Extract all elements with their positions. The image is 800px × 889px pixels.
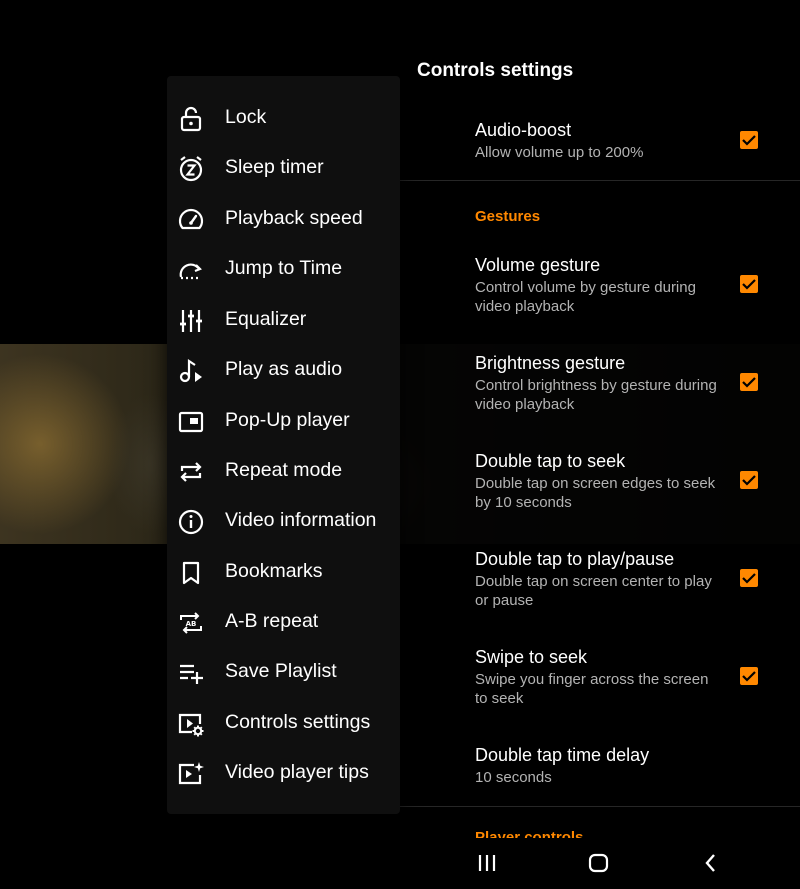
setting-brightness-gesture[interactable]: Brightness gesture Control brightness by… [475, 352, 775, 414]
menu-item-sleep-timer[interactable]: Sleep timer [167, 146, 400, 190]
menu-item-label: Play as audio [225, 358, 343, 380]
check-icon [742, 135, 756, 146]
playlist-add-icon [180, 664, 203, 684]
menu-item-label: Pop-Up player [225, 409, 350, 431]
menu-item-label: A-B repeat [225, 610, 319, 632]
menu-item-play-as-audio[interactable]: Play as audio [167, 348, 400, 392]
setting-double-tap-delay-title: Double tap time delay [475, 745, 650, 765]
setting-double-tap-seek-subtitle: Double tap on screen edges to seek by 10… [475, 475, 716, 511]
menu-item-label: Equalizer [225, 308, 307, 330]
section-header-gestures: Gestures [475, 208, 541, 225]
setting-audio-boost[interactable]: Audio-boost Allow volume up to 200% [475, 119, 775, 162]
menu-item-playback-speed[interactable]: Playback speed [167, 197, 400, 241]
svg-text:AB: AB [186, 620, 197, 628]
setting-double-tap-seek-title: Double tap to seek [475, 451, 626, 471]
video-tips-icon [178, 762, 204, 785]
menu-item-controls-settings[interactable]: Controls settings [167, 701, 400, 745]
menu-item-repeat-mode[interactable]: Repeat mode [167, 449, 400, 493]
volume-gesture-checkbox[interactable] [740, 275, 758, 293]
setting-swipe-seek-subtitle: Swipe you finger across the screen to se… [475, 671, 709, 707]
setting-swipe-seek-title: Swipe to seek [475, 647, 588, 667]
check-icon [742, 377, 756, 388]
check-icon [742, 573, 756, 584]
menu-item-lock[interactable]: Lock [167, 96, 400, 140]
setting-double-tap-delay[interactable]: Double tap time delay 10 seconds [475, 744, 775, 787]
check-icon [742, 671, 756, 682]
setting-audio-boost-subtitle: Allow volume up to 200% [475, 144, 644, 161]
video-settings-icon [178, 713, 204, 737]
menu-item-label: Save Playlist [225, 660, 337, 682]
repeat-icon [180, 462, 202, 482]
home-icon[interactable] [586, 850, 612, 876]
setting-swipe-seek[interactable]: Swipe to seek Swipe you finger across th… [475, 646, 775, 708]
check-icon [742, 279, 756, 290]
ab-repeat-icon: AB [180, 612, 202, 634]
setting-volume-gesture[interactable]: Volume gesture Control volume by gesture… [475, 254, 775, 316]
menu-item-label: Repeat mode [225, 459, 343, 481]
section-header-player-controls: Player controls [475, 829, 584, 838]
menu-item-label: Controls settings [225, 711, 371, 733]
menu-item-popup-player[interactable]: Pop-Up player [167, 399, 400, 443]
setting-volume-gesture-subtitle: Control volume by gesture during video p… [475, 279, 696, 315]
setting-brightness-gesture-title: Brightness gesture [475, 353, 626, 373]
audio-boost-checkbox[interactable] [740, 131, 758, 149]
back-icon[interactable] [698, 850, 724, 876]
menu-item-label: Video information [225, 509, 377, 531]
overflow-menu: Lock Sleep timer Playback speed Jump to … [167, 76, 400, 814]
setting-double-tap-play[interactable]: Double tap to play/pause Double tap on s… [475, 548, 775, 610]
divider [400, 806, 800, 807]
setting-volume-gesture-title: Volume gesture [475, 255, 601, 275]
equalizer-icon [180, 310, 202, 332]
menu-item-video-information[interactable]: Video information [167, 499, 400, 543]
double-tap-play-checkbox[interactable] [740, 569, 758, 587]
brightness-gesture-checkbox[interactable] [740, 373, 758, 391]
menu-item-label: Jump to Time [225, 257, 343, 279]
settings-title: Controls settings [417, 60, 574, 81]
menu-item-label: Sleep timer [225, 156, 324, 178]
divider [400, 180, 800, 181]
lock-icon [180, 106, 202, 132]
menu-item-ab-repeat[interactable]: AB A-B repeat [167, 600, 400, 644]
sleep-timer-icon [179, 156, 203, 182]
setting-brightness-gesture-subtitle: Control brightness by gesture during vid… [475, 377, 717, 413]
menu-item-jump-to-time[interactable]: Jump to Time [167, 247, 400, 291]
check-icon [742, 475, 756, 486]
double-tap-seek-checkbox[interactable] [740, 471, 758, 489]
setting-audio-boost-title: Audio-boost [475, 120, 572, 140]
system-navigation-bar [0, 838, 800, 889]
swipe-seek-checkbox[interactable] [740, 667, 758, 685]
menu-item-label: Bookmarks [225, 560, 323, 582]
picture-in-picture-icon [178, 411, 204, 433]
menu-item-equalizer[interactable]: Equalizer [167, 298, 400, 342]
menu-item-label: Video player tips [225, 761, 369, 783]
bookmark-icon [182, 561, 200, 585]
info-icon [178, 509, 204, 535]
speedometer-icon [178, 208, 204, 230]
setting-double-tap-delay-subtitle: 10 seconds [475, 769, 552, 786]
setting-double-tap-seek[interactable]: Double tap to seek Double tap on screen … [475, 450, 775, 512]
menu-item-video-player-tips[interactable]: Video player tips [167, 751, 400, 795]
menu-item-label: Lock [225, 106, 267, 128]
menu-item-save-playlist[interactable]: Save Playlist [167, 650, 400, 694]
menu-item-label: Playback speed [225, 207, 363, 229]
music-note-icon [179, 358, 202, 383]
setting-double-tap-play-title: Double tap to play/pause [475, 549, 675, 569]
menu-item-bookmarks[interactable]: Bookmarks [167, 550, 400, 594]
recents-icon[interactable] [474, 850, 500, 876]
jump-to-time-icon [179, 263, 202, 280]
screen: Controls settings Audio-boost Allow volu… [0, 0, 800, 889]
setting-double-tap-play-subtitle: Double tap on screen center to play or p… [475, 573, 712, 609]
